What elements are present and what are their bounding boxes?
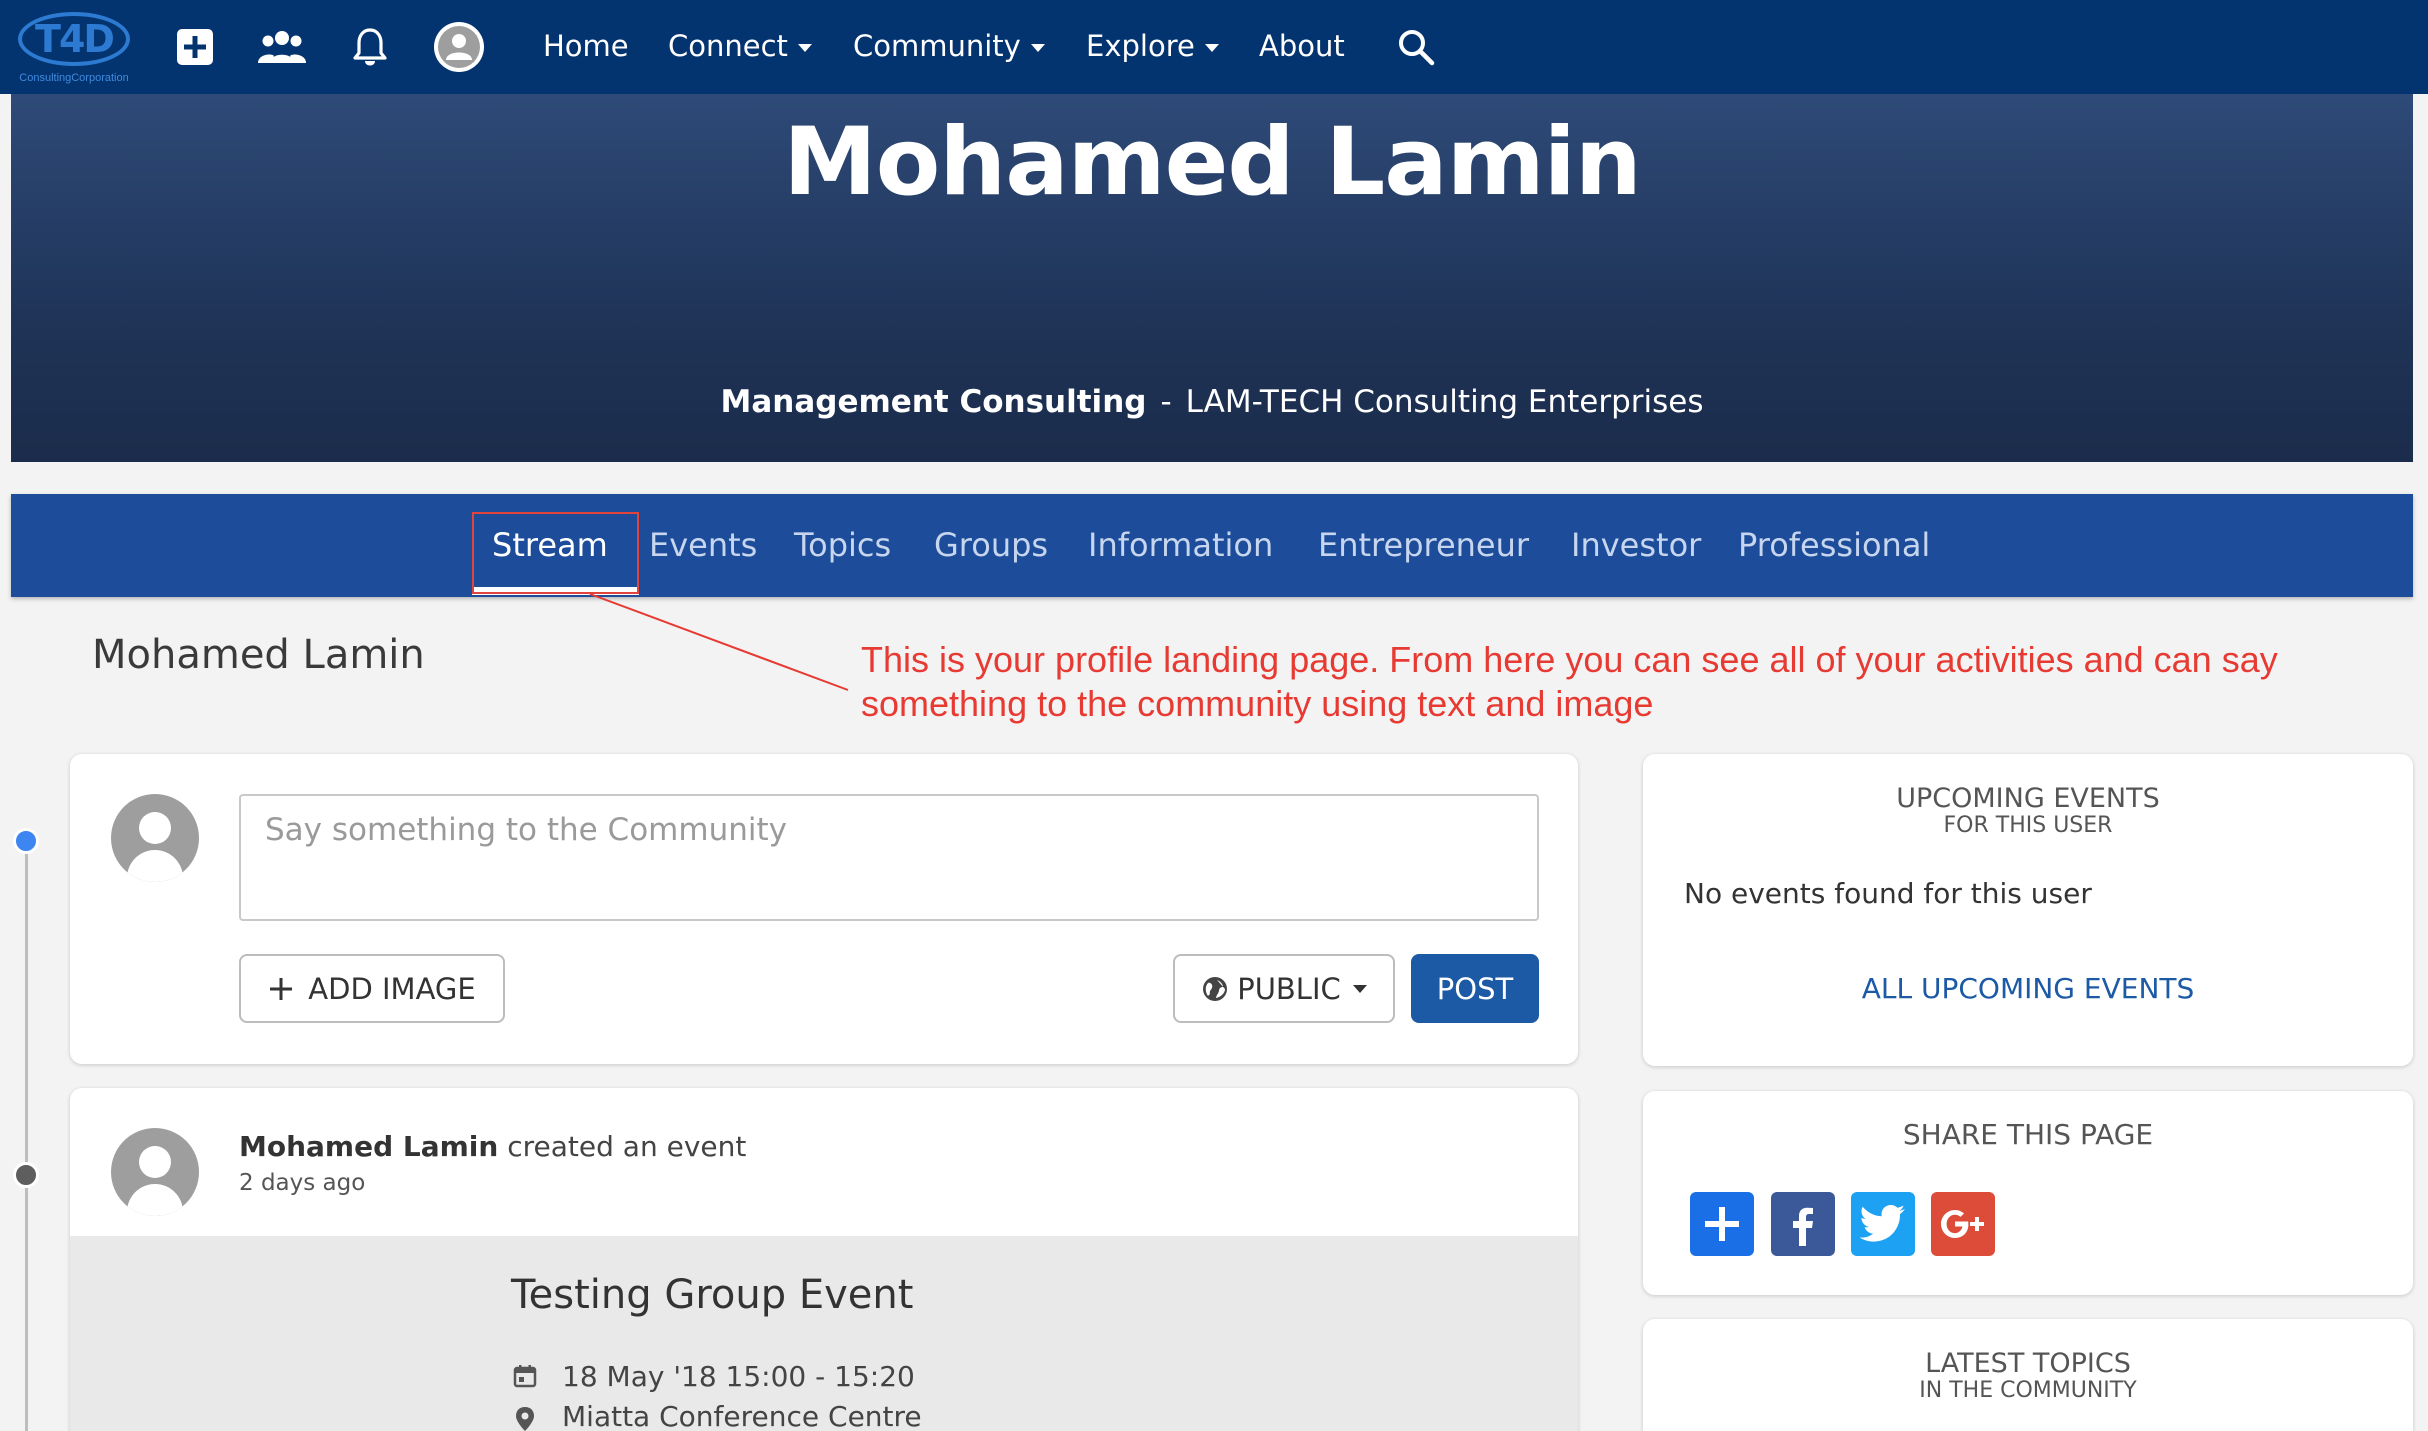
- google-plus-icon[interactable]: [1931, 1192, 1995, 1256]
- search-icon[interactable]: [1391, 22, 1441, 72]
- latest-topics-title: LATEST TOPICS IN THE COMMUNITY: [1643, 1349, 2413, 1403]
- site-logo[interactable]: T4D ConsultingCorporation: [10, 8, 132, 84]
- visibility-label: PUBLIC: [1237, 971, 1341, 1006]
- profile-company: LAM-TECH Consulting Enterprises: [1185, 384, 1704, 420]
- tab-events[interactable]: Events: [649, 494, 757, 597]
- tab-topics[interactable]: Topics: [794, 494, 891, 597]
- post-text-input[interactable]: [239, 794, 1539, 921]
- logo-text: T4D: [35, 17, 115, 61]
- upcoming-events-subheading: FOR THIS USER: [1943, 813, 2113, 838]
- nav-community-link[interactable]: Community: [853, 24, 1045, 68]
- stream-timeline: [25, 836, 28, 1431]
- feed-item-action: created an event: [507, 1130, 747, 1163]
- no-events-message: No events found for this user: [1684, 877, 2092, 910]
- profile-tabs: Stream Events Topics Groups Information …: [11, 494, 2413, 597]
- chevron-down-icon: [1030, 44, 1045, 52]
- tab-information[interactable]: Information: [1088, 494, 1273, 597]
- tab-groups[interactable]: Groups: [934, 494, 1048, 597]
- nav-about-link[interactable]: About: [1259, 24, 1345, 68]
- tab-investor[interactable]: Investor: [1571, 494, 1701, 597]
- nav-home-link[interactable]: Home: [543, 24, 629, 68]
- facebook-icon[interactable]: [1771, 1192, 1835, 1256]
- twitter-icon[interactable]: [1851, 1192, 1915, 1256]
- nav-explore-label: Explore: [1086, 29, 1195, 63]
- share-page-title: SHARE THIS PAGE: [1902, 1118, 2154, 1151]
- addthis-icon[interactable]: [1690, 1192, 1754, 1256]
- feed-item-author-link[interactable]: Mohamed Lamin: [239, 1130, 498, 1163]
- all-upcoming-events-link[interactable]: ALL UPCOMING EVENTS: [1643, 972, 2413, 1005]
- people-icon[interactable]: [257, 22, 307, 72]
- nav-connect-label: Connect: [668, 29, 788, 63]
- upcoming-events-title: UPCOMING EVENTS FOR THIS USER: [1643, 784, 2413, 838]
- chevron-down-icon: [1352, 984, 1367, 993]
- chevron-down-icon: [1204, 44, 1219, 52]
- user-avatar-icon[interactable]: [434, 22, 484, 72]
- calendar-icon: [513, 1365, 537, 1388]
- profile-subtitle: Management Consulting - LAM-TECH Consultin…: [11, 384, 2413, 420]
- profile-industry: Management Consulting: [720, 384, 1147, 420]
- event-date: 18 May '18 15:00 - 15:20: [562, 1360, 915, 1393]
- nav-explore-link[interactable]: Explore: [1086, 24, 1219, 68]
- visibility-dropdown[interactable]: PUBLIC: [1173, 954, 1395, 1023]
- avatar-body: [127, 850, 183, 882]
- annotation-text: This is your profile landing page. From …: [861, 639, 2278, 724]
- nav-connect-link[interactable]: Connect: [668, 24, 812, 68]
- tab-professional[interactable]: Professional: [1738, 494, 1930, 597]
- latest-topics-subheading: IN THE COMMUNITY: [1919, 1378, 2137, 1403]
- avatar-head: [139, 812, 171, 844]
- profile-heading: Mohamed Lamin: [92, 632, 425, 678]
- avatar-head: [139, 1146, 171, 1178]
- nav-community-label: Community: [853, 29, 1021, 63]
- tab-entrepreneur[interactable]: Entrepreneur: [1318, 494, 1529, 597]
- avatar-body: [127, 1184, 183, 1216]
- latest-topics-heading: LATEST TOPICS: [1925, 1348, 2131, 1379]
- timeline-dot: [13, 1162, 39, 1188]
- event-preview[interactable]: Testing Group Event 18 May '18 15:00 - 1…: [70, 1236, 1578, 1431]
- post-button[interactable]: POST: [1411, 954, 1539, 1023]
- event-title[interactable]: Testing Group Event: [511, 1272, 913, 1318]
- chevron-down-icon: [797, 44, 812, 52]
- add-image-label: ADD IMAGE: [308, 971, 476, 1006]
- subtitle-separator: -: [1160, 384, 1172, 420]
- location-pin-icon: [516, 1407, 534, 1431]
- tab-highlight-box: [472, 512, 639, 594]
- event-location: Miatta Conference Centre: [562, 1400, 922, 1431]
- profile-name: Mohamed Lamin: [783, 108, 1642, 217]
- composer-avatar: [111, 794, 199, 882]
- add-image-button[interactable]: ADD IMAGE: [239, 954, 505, 1023]
- timeline-dot-active: [13, 828, 39, 854]
- feed-item-avatar[interactable]: [111, 1128, 199, 1216]
- globe-icon: [1203, 976, 1228, 1001]
- top-navbar: T4D ConsultingCorporation Home Connect C…: [0, 0, 2428, 94]
- plus-square-icon[interactable]: [170, 22, 220, 72]
- plus-icon: [270, 977, 293, 1000]
- bell-icon[interactable]: [345, 22, 395, 72]
- feed-item-time[interactable]: 2 days ago: [239, 1170, 365, 1196]
- logo-subtext: ConsultingCorporation: [19, 72, 129, 84]
- profile-hero: Mohamed Lamin Management Consulting - LAM-…: [11, 94, 2413, 462]
- feed-item-headline: Mohamed Lamin created an event: [239, 1130, 746, 1163]
- upcoming-events-heading: UPCOMING EVENTS: [1896, 783, 2160, 814]
